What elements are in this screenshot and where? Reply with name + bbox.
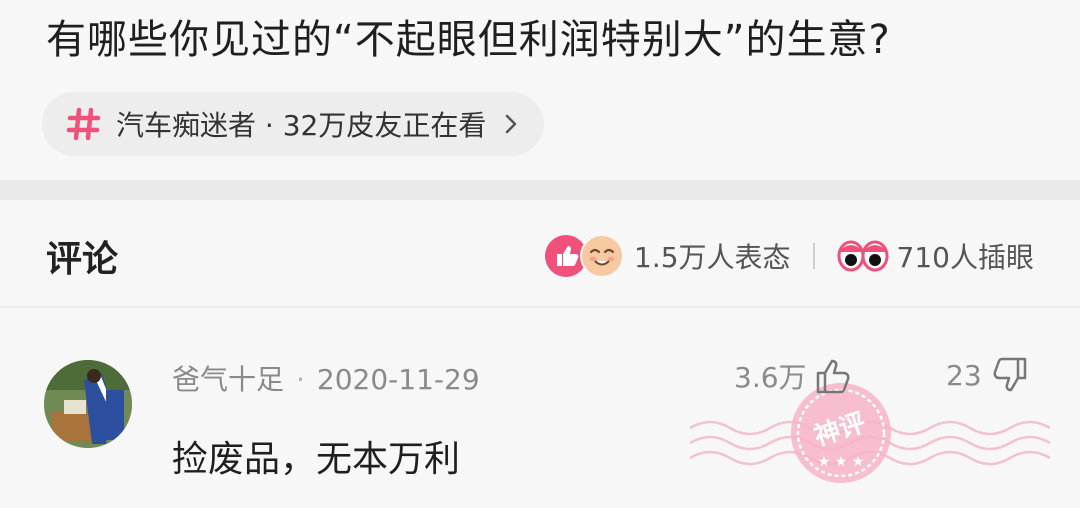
chevron-right-icon (506, 114, 517, 134)
author-name[interactable]: 爸气十足 (172, 363, 284, 396)
topic-pill[interactable]: 汽车痴迷者 · 32万皮友正在看 (42, 92, 545, 156)
comment-date: 2020-11-29 (316, 363, 480, 396)
comment-item: 爸气十足 · 2020-11-29 神评 ★ ★ ★ 3.6万 23 捡废品，无本万… (0, 308, 1080, 508)
eyes-count: 710人插眼 (896, 241, 1034, 274)
eyes-icon (837, 240, 889, 272)
meta-dot: · (296, 363, 305, 396)
reactions-separator (812, 243, 815, 269)
comments-title: 评论 (46, 239, 119, 280)
smile-reaction-icon (580, 234, 625, 278)
comment-text: 捡废品，无本万利 (172, 439, 461, 480)
topic-label: 汽车痴迷者 · 32万皮友正在看 (116, 109, 487, 142)
avatar-image (44, 360, 132, 448)
hash-icon (66, 107, 101, 141)
reactions-count: 1.5万人表态 (634, 241, 791, 274)
section-divider (0, 180, 1080, 200)
post-title[interactable]: 有哪些你见过的“不起眼但利润特别大”的生意? (46, 12, 891, 68)
thumbs-up-icon (816, 359, 850, 394)
comment-meta: 爸气十足 · 2020-11-29 (172, 358, 480, 398)
post-header: 有哪些你见过的“不起眼但利润特别大”的生意? 汽车痴迷者 · 32万皮友正在看 (0, 0, 1080, 180)
like-count: 3.6万 (734, 361, 807, 394)
reaction-icons (544, 234, 625, 278)
like-button[interactable]: 3.6万 (734, 356, 851, 396)
dislike-count: 23 (946, 358, 982, 392)
reactions-bar[interactable]: 1.5万人表态 710人插眼 (544, 232, 1034, 280)
dislike-button[interactable]: 23 (946, 356, 1028, 394)
comments-header: 评论 1.5万人表态 710人插眼 (0, 200, 1080, 308)
thumbs-down-icon (993, 357, 1026, 392)
avatar[interactable] (44, 360, 132, 448)
svg-text:★ ★ ★: ★ ★ ★ (818, 454, 865, 470)
